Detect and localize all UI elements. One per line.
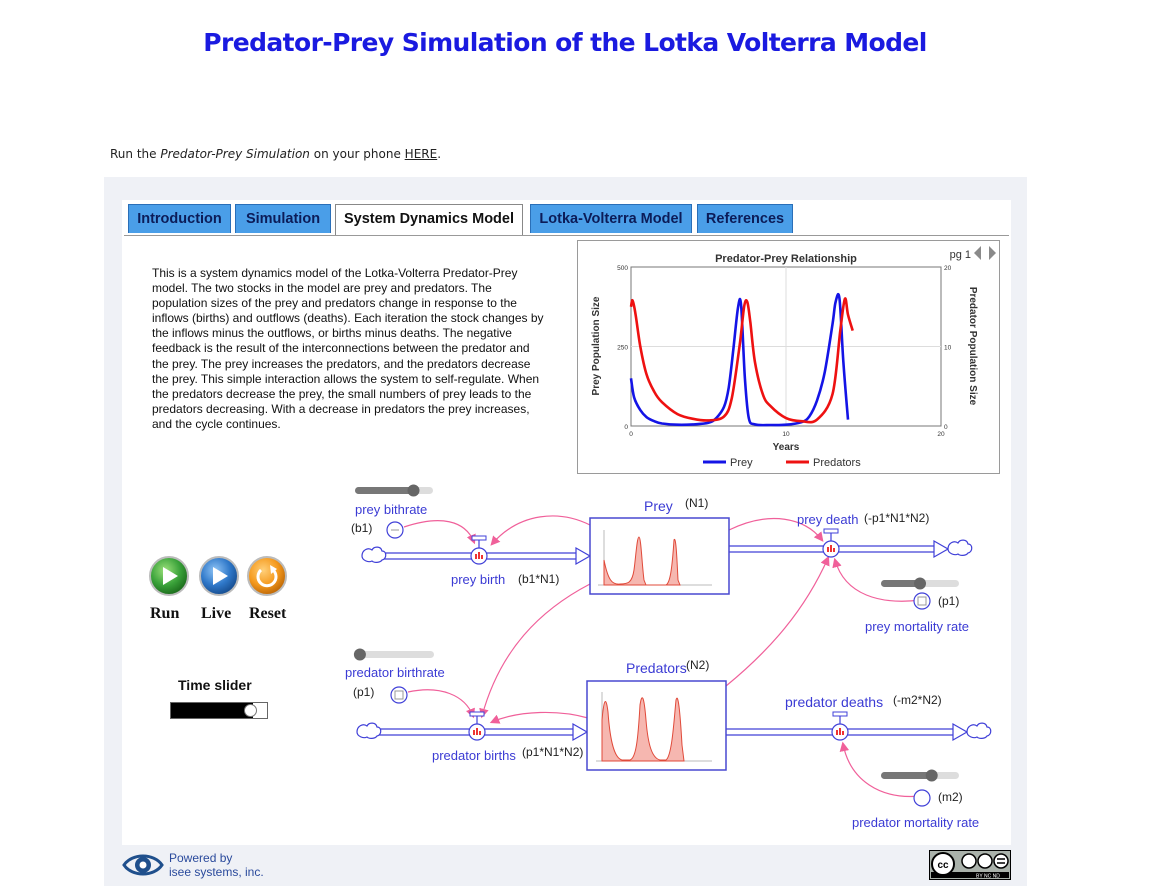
isee-eye-logo-icon bbox=[122, 854, 164, 876]
predators-stock-label: Predators bbox=[626, 660, 687, 676]
company-name: isee systems, inc. bbox=[169, 865, 264, 879]
prey-stock-eq: (N1) bbox=[685, 496, 709, 510]
time-slider-label: Time slider bbox=[178, 677, 252, 693]
run-label: Run bbox=[150, 605, 180, 622]
prey-death-eq: (-p1*N1*N2) bbox=[864, 511, 930, 525]
license-text: BY NC ND bbox=[976, 874, 1000, 880]
predator-births-eq: (p1*N1*N2) bbox=[522, 745, 584, 759]
prey-birthrate-eq: (b1) bbox=[351, 521, 373, 535]
predators-stock[interactable] bbox=[586, 680, 727, 771]
prey-death-label: prey death bbox=[797, 512, 859, 527]
prey-birth-valve-icon[interactable] bbox=[470, 535, 488, 565]
prey-stock[interactable] bbox=[589, 517, 730, 595]
predator-birthrate-label: predator birthrate bbox=[345, 665, 445, 680]
predator-source-cloud-icon bbox=[356, 722, 382, 739]
predator-deaths-label: predator deaths bbox=[785, 694, 884, 710]
reset-label: Reset bbox=[249, 605, 287, 622]
predator-deaths-eq: (-m2*N2) bbox=[893, 693, 942, 707]
prey-stock-label: Prey bbox=[644, 498, 673, 514]
prey-birth-label: prey birth bbox=[451, 572, 506, 587]
predator-mortality-converter-icon[interactable] bbox=[913, 789, 931, 807]
prey-mortality-slider[interactable] bbox=[881, 577, 959, 590]
prey-birthrate-label: prey bithrate bbox=[355, 502, 428, 517]
powered-by: Powered by isee systems, inc. bbox=[169, 851, 264, 879]
prey-mortality-label: prey mortality rate bbox=[865, 619, 970, 634]
time-slider-fill bbox=[171, 703, 253, 718]
time-slider-knob[interactable] bbox=[243, 704, 257, 717]
prey-birth-eq: (b1*N1) bbox=[518, 572, 560, 586]
predators-stock-eq: (N2) bbox=[686, 658, 710, 672]
run-button[interactable] bbox=[149, 556, 189, 596]
live-label: Live bbox=[201, 605, 232, 622]
predator-birthrate-eq: (p1) bbox=[353, 685, 375, 699]
prey-source-cloud-icon bbox=[361, 546, 387, 563]
live-button[interactable] bbox=[199, 556, 239, 596]
time-slider[interactable] bbox=[170, 702, 268, 719]
predator-births-valve-icon[interactable] bbox=[468, 711, 486, 741]
predator-mortality-eq: (m2) bbox=[938, 790, 963, 804]
predator-mortality-slider[interactable] bbox=[881, 769, 959, 782]
cc-license-badge-icon[interactable]: cc BY NC ND bbox=[929, 850, 1011, 880]
predator-mortality-label: predator mortality rate bbox=[852, 815, 980, 830]
predator-births-label: predator births bbox=[432, 748, 516, 763]
predator-deaths-valve-icon[interactable] bbox=[831, 711, 849, 741]
prey-birthrate-slider[interactable] bbox=[355, 484, 433, 497]
control-buttons bbox=[149, 556, 287, 596]
prey-sink-cloud-icon bbox=[947, 539, 973, 556]
predator-sink-cloud-icon bbox=[966, 722, 992, 739]
prey-death-valve-icon[interactable] bbox=[822, 528, 840, 558]
prey-mortality-eq: (p1) bbox=[938, 594, 960, 608]
predator-birthrate-converter-icon[interactable] bbox=[390, 686, 408, 704]
predator-birthrate-slider[interactable] bbox=[353, 648, 434, 661]
prey-mortality-converter-icon[interactable] bbox=[913, 592, 931, 610]
svg-text:cc: cc bbox=[937, 860, 949, 871]
powered-by-label: Powered by bbox=[169, 851, 233, 865]
reset-button[interactable] bbox=[247, 556, 287, 596]
prey-birthrate-converter-icon[interactable] bbox=[386, 521, 404, 539]
